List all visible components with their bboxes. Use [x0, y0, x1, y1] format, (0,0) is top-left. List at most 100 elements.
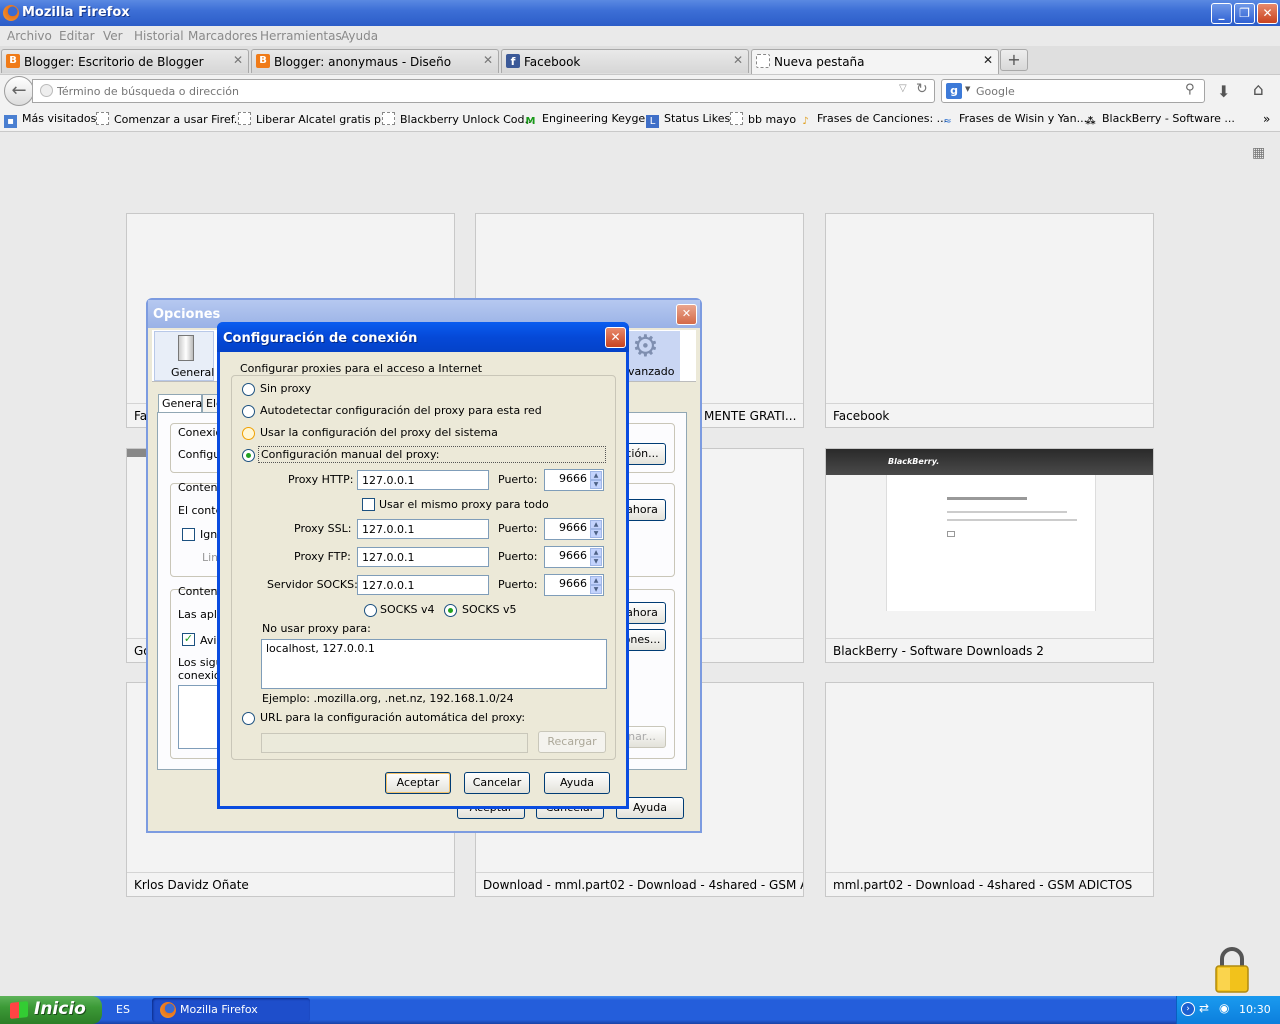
aceptar-button[interactable]: Aceptar: [385, 772, 451, 794]
google-icon[interactable]: g: [946, 83, 962, 99]
blank-page-icon: [730, 112, 743, 125]
menu-ver[interactable]: Ver: [103, 29, 123, 43]
tab-general[interactable]: General: [158, 394, 205, 412]
new-tab-button[interactable]: +: [1000, 49, 1028, 71]
download-icon[interactable]: ⬇: [1217, 82, 1230, 101]
bookmark-comenzar[interactable]: Comenzar a usar Firef...: [96, 112, 244, 126]
proxy-sistema-radio[interactable]: [242, 427, 255, 440]
pane-avanzado[interactable]: ⚙ vanzado: [622, 329, 680, 381]
bookmark-blackberry-software[interactable]: ⁂ BlackBerry - Software ...: [1084, 112, 1235, 128]
menu-editar[interactable]: Editar: [59, 29, 95, 43]
close-tab-icon[interactable]: ✕: [233, 53, 243, 67]
ssl-port-input[interactable]: [545, 521, 587, 534]
spin-up-icon[interactable]: ▲: [590, 520, 602, 529]
thumbnail-6[interactable]: BlackBerry. BlackBerry - Software Downlo…: [825, 448, 1154, 663]
close-tab-icon[interactable]: ✕: [983, 53, 993, 67]
http-port-input[interactable]: [545, 472, 587, 485]
port-label: Puerto:: [498, 473, 538, 486]
http-port-stepper[interactable]: ▲ ▼: [544, 469, 604, 491]
start-button[interactable]: Inicio: [0, 996, 102, 1024]
proxy-ssl-input[interactable]: [357, 519, 489, 539]
socks-port-input[interactable]: [545, 577, 587, 590]
search-icon[interactable]: ⚲: [1185, 82, 1195, 97]
bookmarks-overflow-icon[interactable]: »: [1263, 112, 1270, 126]
menu-herramientas[interactable]: Herramientas: [260, 29, 342, 43]
spin-up-icon[interactable]: ▲: [590, 548, 602, 557]
tab-blogger-escritorio[interactable]: B Blogger: Escritorio de Blogger ✕: [1, 49, 249, 73]
opciones-close-button[interactable]: ✕: [676, 304, 697, 325]
dropdown-arrow-icon[interactable]: ▼: [965, 85, 970, 93]
dialog-close-button[interactable]: ✕: [605, 327, 626, 348]
autodetectar-radio[interactable]: [242, 405, 255, 418]
bookmark-frases-canciones[interactable]: ♪ Frases de Canciones: ...: [799, 112, 947, 128]
ftp-port-input[interactable]: [545, 549, 587, 562]
no-proxy-textarea[interactable]: localhost, 127.0.0.1: [261, 639, 607, 689]
network-icon[interactable]: ⇄: [1199, 1001, 1209, 1015]
bookmark-status-likes[interactable]: L Status Likes: [646, 112, 730, 128]
thumbnail-3[interactable]: Facebook: [825, 213, 1154, 428]
menu-ayuda[interactable]: Ayuda: [341, 29, 378, 43]
close-window-button[interactable]: ✕: [1257, 3, 1278, 24]
menu-archivo[interactable]: Archivo: [7, 29, 52, 43]
thumbnail-caption: Facebook: [826, 403, 1153, 427]
restore-button[interactable]: ❐: [1234, 3, 1255, 24]
spin-down-icon[interactable]: ▼: [590, 585, 602, 594]
proxy-http-input[interactable]: [357, 470, 489, 490]
menu-marcadores[interactable]: Marcadores: [188, 29, 258, 43]
close-tab-icon[interactable]: ✕: [733, 53, 743, 67]
cancelar-button[interactable]: Cancelar: [464, 772, 530, 794]
bookmark-mas-visitados[interactable]: ▪ Más visitados: [4, 112, 96, 128]
url-bar[interactable]: ▽ ↻: [32, 79, 935, 103]
url-input[interactable]: [57, 83, 877, 99]
bookmark-engineering-keygen[interactable]: M Engineering Keygen: [524, 112, 653, 128]
recargar-button[interactable]: Recargar: [538, 731, 606, 753]
menu-historial[interactable]: Historial: [134, 29, 184, 43]
socks-v4-radio[interactable]: [364, 604, 377, 617]
spin-down-icon[interactable]: ▼: [590, 529, 602, 538]
manual-proxy-radio[interactable]: [242, 449, 255, 462]
grid-toggle-icon[interactable]: ▦: [1252, 146, 1268, 162]
ayuda-button[interactable]: Ayuda: [544, 772, 610, 794]
bookmark-bb-mayo[interactable]: bb mayo: [730, 112, 796, 126]
socks-port-stepper[interactable]: ▲ ▼: [544, 574, 604, 596]
label-el-contenido: El conte: [178, 504, 223, 517]
ftp-port-stepper[interactable]: ▲ ▼: [544, 546, 604, 568]
reload-icon[interactable]: ↻: [916, 81, 928, 97]
spin-down-icon[interactable]: ▼: [590, 557, 602, 566]
thumbnail-caption: mml.part02 - Download - 4shared - GSM AD…: [826, 872, 1153, 896]
sin-proxy-radio[interactable]: [242, 383, 255, 396]
bookmark-liberar-alcatel[interactable]: Liberar Alcatel gratis p...: [238, 112, 392, 126]
dropdown-arrow-icon[interactable]: ▽: [899, 83, 907, 94]
proxy-ftp-input[interactable]: [357, 547, 489, 567]
spin-up-icon[interactable]: ▲: [590, 576, 602, 585]
tab-blogger-diseno[interactable]: B Blogger: anonymaus - Diseño ✕: [251, 49, 499, 73]
search-bar[interactable]: g ▼ ⚲: [941, 79, 1205, 103]
spin-up-icon[interactable]: ▲: [590, 471, 602, 480]
pane-general[interactable]: General: [154, 331, 214, 381]
close-tab-icon[interactable]: ✕: [483, 53, 493, 67]
taskbar-firefox-button[interactable]: Mozilla Firefox: [152, 998, 310, 1022]
language-indicator[interactable]: ES: [116, 1003, 130, 1016]
socks-v5-radio[interactable]: [444, 604, 457, 617]
thumbnail-9[interactable]: mml.part02 - Download - 4shared - GSM AD…: [825, 682, 1154, 897]
spin-down-icon[interactable]: ▼: [590, 480, 602, 489]
mismo-proxy-checkbox[interactable]: [362, 498, 375, 511]
tab-facebook[interactable]: f Facebook ✕: [501, 49, 749, 73]
minimize-button[interactable]: _: [1211, 3, 1232, 24]
bookmark-frases-wisin[interactable]: ≈ Frases de Wisin y Yan...: [941, 112, 1087, 128]
home-icon[interactable]: ⌂: [1253, 80, 1264, 100]
avisar-checkbox[interactable]: ✓: [182, 633, 195, 646]
autodetectar-label: Autodetectar configuración del proxy par…: [260, 404, 542, 417]
back-button[interactable]: ←: [4, 76, 34, 106]
ssl-port-stepper[interactable]: ▲ ▼: [544, 518, 604, 540]
url-auto-input[interactable]: [261, 733, 528, 753]
tab-nueva-pestana[interactable]: Nueva pestaña ✕: [751, 49, 999, 74]
antivirus-icon[interactable]: ◉: [1219, 1001, 1229, 1015]
bookmark-blackberry-unlock[interactable]: Blackberry Unlock Cod...: [382, 112, 535, 126]
socks-input[interactable]: [357, 575, 489, 595]
ignorar-checkbox[interactable]: [182, 528, 195, 541]
expand-tray-icon[interactable]: ›: [1181, 1002, 1195, 1016]
thumbnail-caption: Download - mml.part02 - Download - 4shar…: [476, 872, 803, 896]
search-input[interactable]: [976, 83, 1176, 99]
url-auto-radio[interactable]: [242, 712, 255, 725]
